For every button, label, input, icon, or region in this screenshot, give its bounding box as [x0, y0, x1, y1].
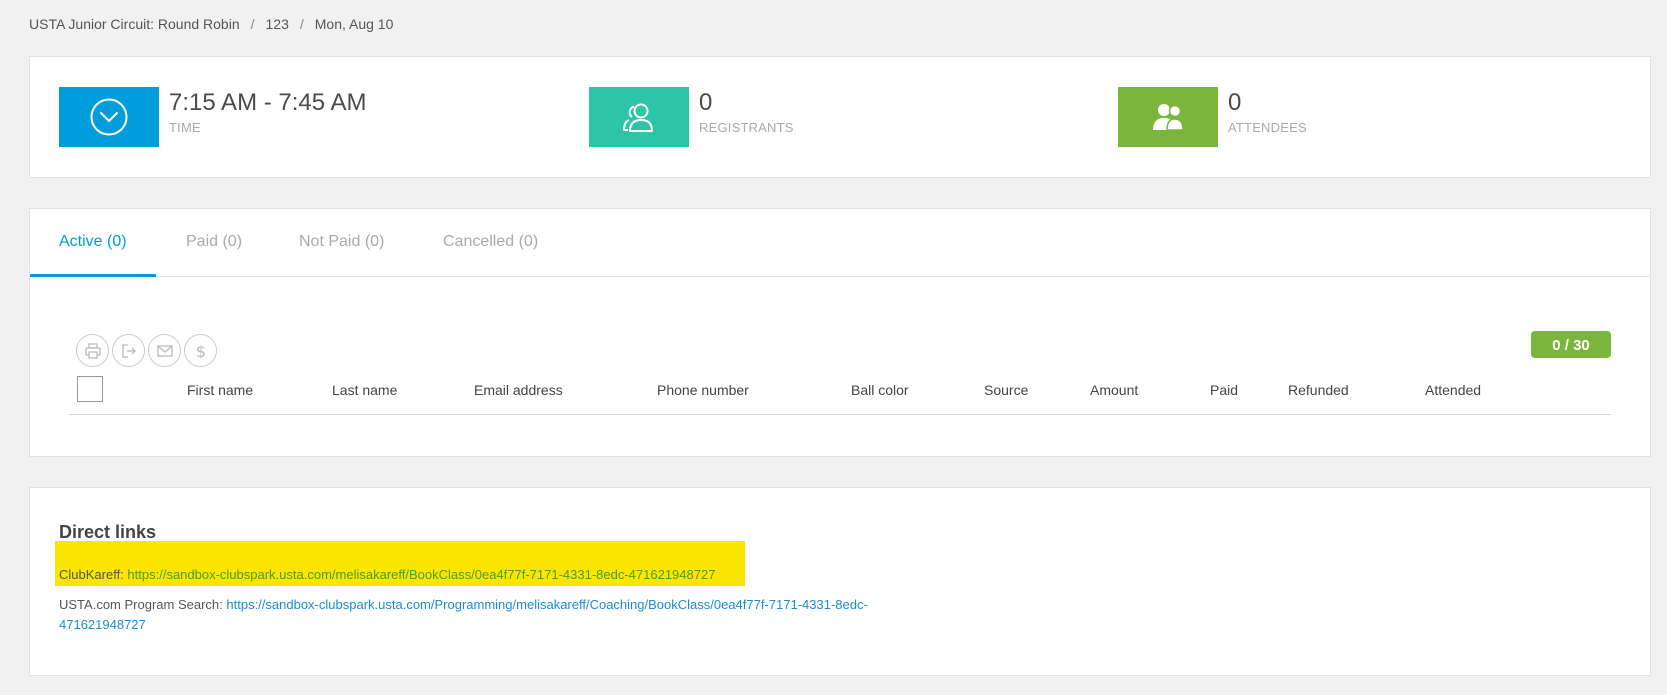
- direct-links-panel: Direct links ClubKareff: https://sandbox…: [29, 487, 1651, 676]
- column-phone[interactable]: Phone number: [657, 382, 749, 398]
- link-label: ClubKareff:: [59, 567, 124, 582]
- stats-panel: 7:15 AM - 7:45 AM TIME 0 REGISTRANTS 0 A…: [29, 56, 1651, 178]
- stat-attendees: 0 ATTENDEES: [1118, 87, 1307, 147]
- breadcrumb: USTA Junior Circuit: Round Robin / 123 / Mon…: [29, 16, 393, 32]
- table-header: First name Last name Email address Phone…: [69, 374, 1611, 415]
- column-attended[interactable]: Attended: [1425, 382, 1481, 398]
- registrations-panel: Active (0) Paid (0) Not Paid (0) Cancell…: [29, 208, 1651, 457]
- time-value: 7:15 AM - 7:45 AM: [169, 89, 367, 116]
- payment-button[interactable]: $: [184, 334, 217, 367]
- users-solid-icon: [1153, 104, 1184, 131]
- stat-time: 7:15 AM - 7:45 AM TIME: [59, 87, 366, 147]
- breadcrumb-separator: /: [299, 16, 304, 32]
- attendees-label: ATTENDEES: [1228, 120, 1307, 135]
- column-paid[interactable]: Paid: [1210, 382, 1238, 398]
- select-all-checkbox[interactable]: [77, 376, 103, 402]
- tab-bar: Active (0) Paid (0) Not Paid (0) Cancell…: [30, 209, 1650, 277]
- dollar-icon: $: [195, 342, 205, 360]
- registrants-tile: [589, 87, 689, 147]
- clubkareff-link[interactable]: https://sandbox-clubspark.usta.com/melis…: [127, 567, 715, 582]
- users-outline-icon: [623, 103, 653, 132]
- print-button[interactable]: [76, 334, 109, 367]
- tab-paid[interactable]: Paid (0): [186, 209, 242, 277]
- column-ball-color[interactable]: Ball color: [851, 382, 909, 398]
- column-refunded[interactable]: Refunded: [1288, 382, 1349, 398]
- tab-active[interactable]: Active (0): [30, 209, 156, 277]
- time-label: TIME: [169, 120, 201, 135]
- column-source[interactable]: Source: [984, 382, 1028, 398]
- registrants-label: REGISTRANTS: [699, 120, 794, 135]
- column-last-name[interactable]: Last name: [332, 382, 397, 398]
- breadcrumb-program[interactable]: USTA Junior Circuit: Round Robin: [29, 16, 240, 32]
- email-button[interactable]: [148, 334, 181, 367]
- tab-cancelled[interactable]: Cancelled (0): [443, 209, 538, 277]
- capacity-badge: 0 / 30: [1531, 331, 1611, 358]
- direct-links-title: Direct links: [59, 522, 157, 542]
- time-tile: [59, 87, 159, 147]
- bulk-actions-toolbar: $: [76, 334, 217, 367]
- export-button[interactable]: [112, 334, 145, 367]
- export-icon: [121, 343, 136, 358]
- column-amount[interactable]: Amount: [1090, 382, 1138, 398]
- link-row-program-search: USTA.com Program Search: https://sandbox…: [59, 595, 879, 635]
- stat-registrants: 0 REGISTRANTS: [589, 87, 794, 147]
- email-icon: [156, 344, 173, 357]
- column-email[interactable]: Email address: [474, 382, 563, 398]
- link-row-clubkareff: ClubKareff: https://sandbox-clubspark.us…: [59, 565, 715, 585]
- breadcrumb-session[interactable]: 123: [266, 16, 289, 32]
- clock-icon: [90, 98, 128, 136]
- tab-not-paid[interactable]: Not Paid (0): [299, 209, 384, 277]
- svg-text:$: $: [195, 342, 205, 360]
- column-first-name[interactable]: First name: [187, 382, 253, 398]
- registrants-value: 0: [699, 89, 713, 116]
- attendees-value: 0: [1228, 89, 1242, 116]
- print-icon: [84, 342, 101, 359]
- attendees-tile: [1118, 87, 1218, 147]
- link-label: USTA.com Program Search:: [59, 597, 223, 612]
- breadcrumb-separator: /: [250, 16, 255, 32]
- breadcrumb-date: Mon, Aug 10: [314, 16, 394, 32]
